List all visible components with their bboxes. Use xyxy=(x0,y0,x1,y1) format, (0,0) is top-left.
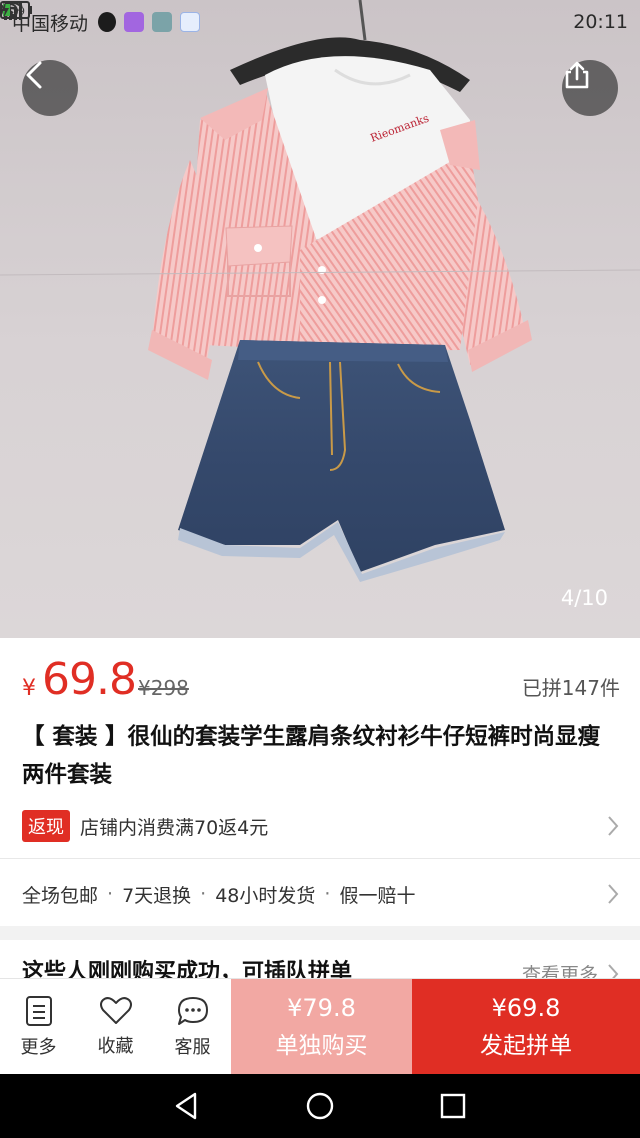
chevron-left-icon xyxy=(26,61,42,89)
nav-back-icon[interactable] xyxy=(171,1090,203,1122)
separator-dot: · xyxy=(107,883,114,905)
paw-icon xyxy=(180,12,201,32)
chevron-right-icon xyxy=(608,816,619,836)
rebate-text: 店铺内消费满70返4元 xyxy=(80,816,269,839)
sold-count: 已拼147件 xyxy=(521,676,620,700)
share-icon xyxy=(565,61,589,89)
nav-recents-icon[interactable] xyxy=(437,1090,469,1122)
product-photo: Rieomanks xyxy=(0,0,640,638)
buy-alone-button[interactable]: ¥79.8 单独购买 xyxy=(231,979,412,1075)
rebate-badge: 返现 xyxy=(22,810,70,842)
separator-dot: · xyxy=(200,883,207,905)
separator-dot: · xyxy=(324,883,331,905)
svg-text:19: 19 xyxy=(11,5,25,18)
price-currency: ¥ xyxy=(22,676,36,701)
group-buy-price: ¥69.8 xyxy=(491,994,561,1022)
chat-icon xyxy=(177,997,208,1025)
more-label: 更多 xyxy=(20,1037,57,1058)
service-free-shipping: 全场包邮 xyxy=(22,884,99,907)
price-row: ¥ 69.8 ¥298 已拼147件 xyxy=(22,650,622,710)
customer-service-button[interactable]: 客服 xyxy=(154,979,231,1075)
favorite-button[interactable]: 收藏 xyxy=(77,979,154,1075)
start-group-buy-button[interactable]: ¥69.8 发起拼单 xyxy=(412,979,640,1075)
qq-icon xyxy=(98,12,117,32)
gallery-icon xyxy=(124,12,145,32)
buy-alone-price: ¥79.8 xyxy=(287,994,356,1022)
service-guarantee: 假一赔十 xyxy=(339,884,416,907)
service-48h-shipping: 48小时发货 xyxy=(215,884,316,907)
back-button[interactable] xyxy=(22,60,78,116)
product-image-gallery[interactable]: Rieomanks 中国移动 19 20:11 4/10 xyxy=(0,0,640,638)
original-price: ¥298 xyxy=(138,676,189,700)
divider xyxy=(0,858,640,859)
bottom-action-bar: 更多 收藏 客服 ¥79.8 单独购买 ¥69.8 发起拼单 xyxy=(0,978,640,1075)
chevron-right-icon xyxy=(608,884,619,904)
system-navigation-bar xyxy=(0,1074,640,1138)
status-bar: 中国移动 2G 19 20:11 xyxy=(0,0,640,44)
clock-time: 20:11 xyxy=(573,11,628,33)
more-button[interactable]: 更多 xyxy=(0,979,77,1075)
rebate-row[interactable]: 返现 店铺内消费满70返4元 xyxy=(22,808,620,844)
product-title: 【 套装 】很仙的套装学生露肩条纹衬衫牛仔短裤时尚显瘦两件套装 xyxy=(22,724,601,788)
nav-home-icon[interactable] xyxy=(304,1090,336,1122)
favorite-label: 收藏 xyxy=(97,1036,134,1057)
photo-icon xyxy=(152,12,173,32)
menu-icon xyxy=(25,996,52,1026)
service-7day-return: 7天退换 xyxy=(122,884,192,907)
section-gap xyxy=(0,926,640,940)
heart-icon xyxy=(99,997,132,1024)
image-counter: 4/10 xyxy=(560,586,608,610)
group-price: 69.8 xyxy=(42,654,137,705)
group-buy-label: 发起拼单 xyxy=(480,1033,572,1059)
customer-service-label: 客服 xyxy=(174,1037,211,1058)
service-row[interactable]: 全场包邮 · 7天退换 · 48小时发货 · 假一赔十 xyxy=(22,876,620,912)
buy-alone-label: 单独购买 xyxy=(275,1033,368,1059)
share-button[interactable] xyxy=(562,60,618,116)
